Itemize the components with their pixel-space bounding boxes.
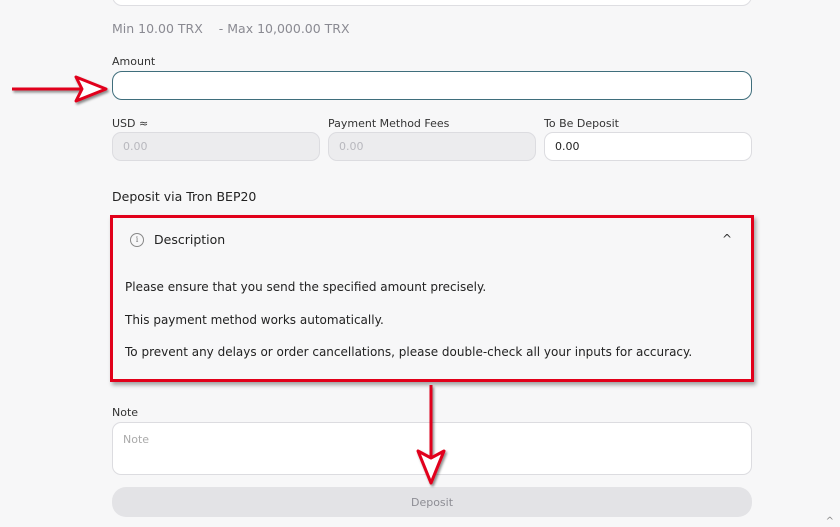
description-line-2: This payment method works automatically. — [125, 313, 384, 327]
scroll-top-icon[interactable]: ^ — [826, 516, 834, 527]
previous-field[interactable] — [112, 0, 752, 6]
info-icon: i — [130, 232, 144, 247]
red-arrow-down-icon — [416, 385, 446, 485]
deposit-button[interactable]: Deposit — [112, 487, 752, 517]
min-limit: Min 10.00 TRX — [112, 21, 203, 36]
to-be-deposit-field[interactable]: 0.00 — [544, 132, 752, 161]
max-limit: - Max 10,000.00 TRX — [218, 21, 350, 36]
usd-label: USD ≈ — [112, 117, 149, 130]
note-label: Note — [112, 406, 139, 419]
chevron-up-icon[interactable]: ^ — [722, 232, 732, 246]
description-title: Description — [154, 232, 226, 247]
red-arrow-right-icon — [12, 75, 108, 103]
description-header[interactable]: i Description — [130, 232, 225, 247]
description-line-1: Please ensure that you send the specifie… — [125, 280, 487, 294]
description-line-3: To prevent any delays or order cancellat… — [125, 345, 693, 359]
fees-label: Payment Method Fees — [328, 117, 450, 130]
deposit-limits: Min 10.00 TRX - Max 10,000.00 TRX — [112, 21, 362, 36]
to-be-deposit-label: To Be Deposit — [544, 117, 619, 130]
fees-field: 0.00 — [328, 132, 536, 161]
deposit-via-title: Deposit via Tron BEP20 — [112, 189, 257, 204]
amount-label: Amount — [112, 55, 156, 68]
usd-field: 0.00 — [112, 132, 320, 161]
amount-input[interactable] — [112, 71, 752, 100]
